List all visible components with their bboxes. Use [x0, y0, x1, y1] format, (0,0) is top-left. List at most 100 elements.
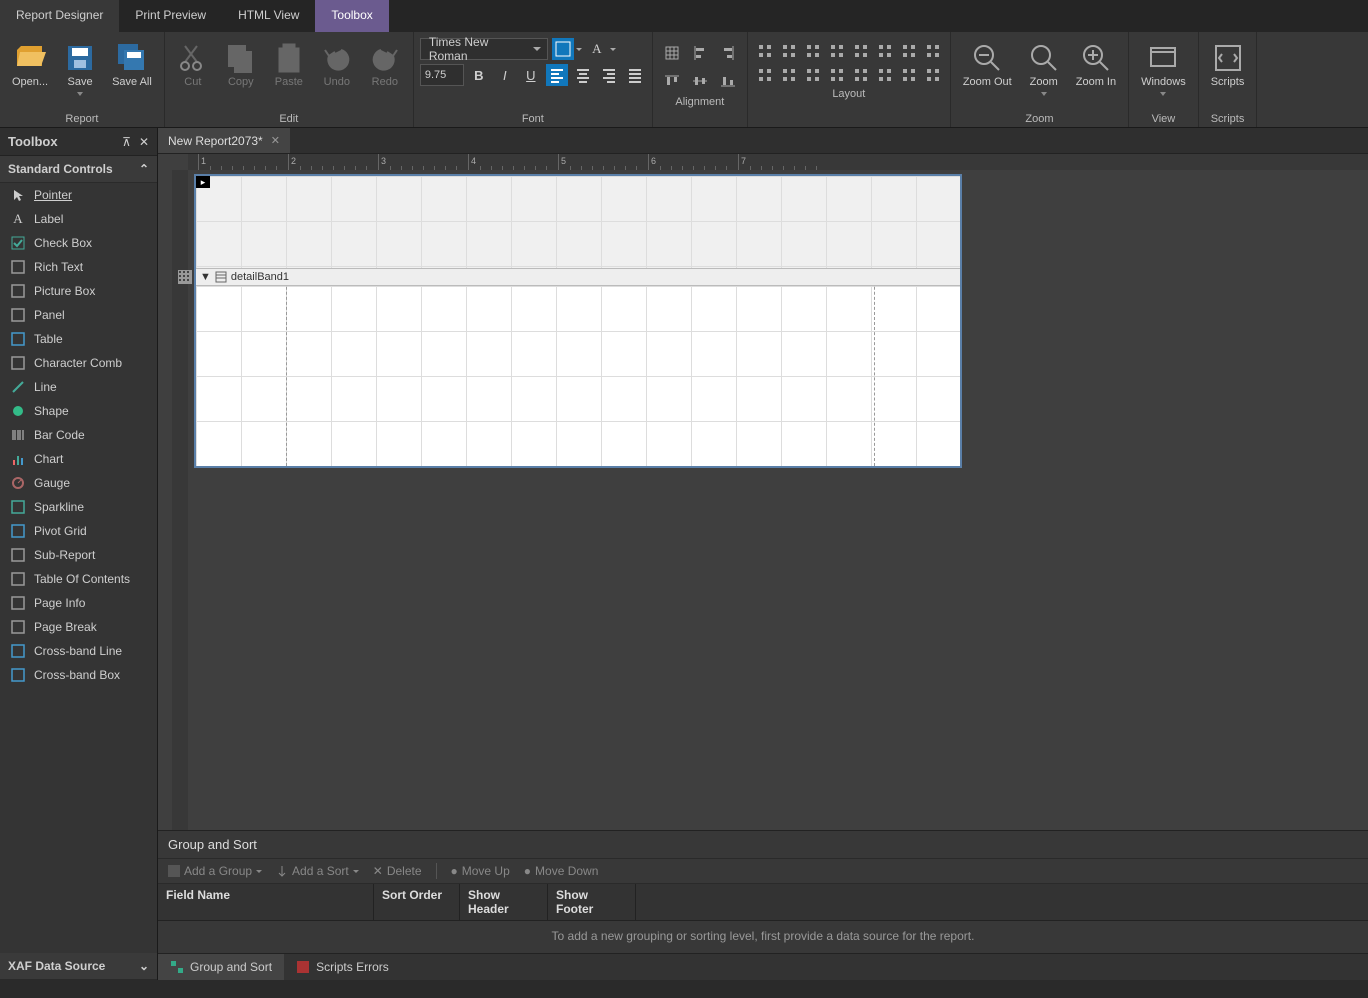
toolbox-item-panel[interactable]: Panel	[0, 303, 157, 327]
toolbox-item-gauge[interactable]: Gauge	[0, 471, 157, 495]
align-middle-button[interactable]	[687, 68, 713, 94]
align-left-edges-button[interactable]	[687, 40, 713, 66]
chevron-down-icon: ▼	[200, 271, 211, 283]
forecolor-button[interactable]	[552, 38, 582, 60]
scripts-button[interactable]: Scripts	[1205, 38, 1251, 92]
layout-btn-15[interactable]	[922, 64, 944, 86]
layout-icon-2	[805, 43, 821, 59]
windows-button[interactable]: Windows	[1135, 38, 1192, 100]
layout-btn-7[interactable]	[922, 40, 944, 62]
layout-btn-0[interactable]	[754, 40, 776, 62]
zoom-in-button[interactable]: Zoom In	[1070, 38, 1122, 92]
band-expand-icon[interactable]: ▸	[196, 176, 210, 188]
move-up-button[interactable]: ● Move Up	[451, 864, 510, 878]
toolbox-item-sparkline[interactable]: Sparkline	[0, 495, 157, 519]
band-drag-handle[interactable]	[178, 270, 192, 284]
bottom-tab-group-sort[interactable]: Group and Sort	[158, 954, 284, 980]
layout-btn-6[interactable]	[898, 40, 920, 62]
col-field-name[interactable]: Field Name	[158, 884, 374, 920]
toolbox-item-line[interactable]: Line	[0, 375, 157, 399]
layout-btn-3[interactable]	[826, 40, 848, 62]
toolbox-item-toc[interactable]: Table Of Contents	[0, 567, 157, 591]
layout-btn-2[interactable]	[802, 40, 824, 62]
copy-button[interactable]: Copy	[219, 38, 263, 92]
toolbox-item-pointer[interactable]: Pointer	[0, 183, 157, 207]
toolbox-item-charcomb[interactable]: Character Comb	[0, 351, 157, 375]
tab-html-view[interactable]: HTML View	[222, 0, 315, 32]
align-right-edges-button[interactable]	[715, 40, 741, 66]
toolbox-item-shape[interactable]: Shape	[0, 399, 157, 423]
align-right-icon	[601, 67, 617, 83]
layout-btn-10[interactable]	[802, 64, 824, 86]
toolbox-item-pageinfo[interactable]: Page Info	[0, 591, 157, 615]
toolbox-item-crossbandline[interactable]: Cross-band Line	[0, 639, 157, 663]
align-bottom-edges-button[interactable]	[715, 68, 741, 94]
italic-button[interactable]: I	[494, 64, 516, 86]
toolbox-section-standard[interactable]: Standard Controls ⌃	[0, 156, 157, 183]
layout-btn-14[interactable]	[898, 64, 920, 86]
layout-btn-8[interactable]	[754, 64, 776, 86]
align-top-edges-button[interactable]	[659, 68, 685, 94]
bottom-tab-scripts-errors[interactable]: Scripts Errors	[284, 954, 401, 980]
toolbox-item-checkbox[interactable]: Check Box	[0, 231, 157, 255]
document-tab[interactable]: New Report2073* ✕	[158, 128, 290, 153]
align-right-button[interactable]	[598, 64, 620, 86]
zoom-button[interactable]: Zoom	[1022, 38, 1066, 100]
chevron-down-icon	[1041, 92, 1047, 96]
toolbox-item-barcode[interactable]: Bar Code	[0, 423, 157, 447]
align-to-grid-button[interactable]	[659, 40, 685, 66]
tab-toolbox[interactable]: Toolbox	[315, 0, 388, 32]
report-page[interactable]: ▸ ▼ detailBand1	[194, 174, 962, 468]
font-size-select[interactable]: 9.75	[420, 64, 464, 86]
toolbox-item-richtext[interactable]: Rich Text	[0, 255, 157, 279]
line-icon	[10, 379, 26, 395]
layout-btn-12[interactable]	[850, 64, 872, 86]
tab-report-designer[interactable]: Report Designer	[0, 0, 119, 32]
layout-btn-1[interactable]	[778, 40, 800, 62]
detail-band[interactable]	[196, 286, 960, 466]
add-sort-button[interactable]: Add a Sort	[276, 864, 359, 878]
move-down-button[interactable]: ● Move Down	[524, 864, 599, 878]
save-button[interactable]: Save	[58, 38, 102, 100]
align-center-button[interactable]	[572, 64, 594, 86]
delete-button[interactable]: ✕ Delete	[373, 864, 422, 878]
top-margin-band[interactable]: ▸	[196, 176, 960, 268]
paste-button[interactable]: Paste	[267, 38, 311, 92]
align-left-button[interactable]	[546, 64, 568, 86]
align-justify-button[interactable]	[624, 64, 646, 86]
bold-button[interactable]: B	[468, 64, 490, 86]
col-show-header[interactable]: Show Header	[460, 884, 548, 920]
toolbox-item-picturebox[interactable]: Picture Box	[0, 279, 157, 303]
toolbox-item-table[interactable]: Table	[0, 327, 157, 351]
zoom-out-button[interactable]: Zoom Out	[957, 38, 1018, 92]
undo-button[interactable]: Undo	[315, 38, 359, 92]
toolbox-item-label[interactable]: ALabel	[0, 207, 157, 231]
cut-button[interactable]: Cut	[171, 38, 215, 92]
toolbox-item-subreport[interactable]: Sub-Report	[0, 543, 157, 567]
font-family-select[interactable]: Times New Roman	[420, 38, 548, 60]
toolbox-item-chart[interactable]: Chart	[0, 447, 157, 471]
band-splitter[interactable]: ▼ detailBand1	[196, 268, 960, 286]
layout-btn-9[interactable]	[778, 64, 800, 86]
open-button[interactable]: Open...	[6, 38, 54, 92]
toolbox-item-pagebreak[interactable]: Page Break	[0, 615, 157, 639]
redo-button[interactable]: Redo	[363, 38, 407, 92]
close-icon[interactable]: ✕	[139, 135, 149, 149]
toolbox-section-xaf[interactable]: XAF Data Source ⌄	[0, 953, 157, 980]
close-icon[interactable]: ✕	[271, 134, 280, 147]
layout-btn-11[interactable]	[826, 64, 848, 86]
add-group-button[interactable]: Add a Group	[168, 864, 262, 878]
toolbox-item-crossbandbox[interactable]: Cross-band Box	[0, 663, 157, 687]
layout-btn-5[interactable]	[874, 40, 896, 62]
underline-button[interactable]: U	[520, 64, 542, 86]
col-sort-order[interactable]: Sort Order	[374, 884, 460, 920]
toolbox-item-pivotgrid[interactable]: Pivot Grid	[0, 519, 157, 543]
pin-icon[interactable]: ⊼	[122, 135, 131, 149]
save-all-button[interactable]: Save All	[106, 38, 158, 92]
font-letter-button[interactable]: A	[586, 38, 616, 60]
tab-print-preview[interactable]: Print Preview	[119, 0, 222, 32]
col-show-footer[interactable]: Show Footer	[548, 884, 636, 920]
design-canvas[interactable]: 1234567 ▸ ▼ d	[158, 154, 1368, 830]
layout-btn-13[interactable]	[874, 64, 896, 86]
layout-btn-4[interactable]	[850, 40, 872, 62]
